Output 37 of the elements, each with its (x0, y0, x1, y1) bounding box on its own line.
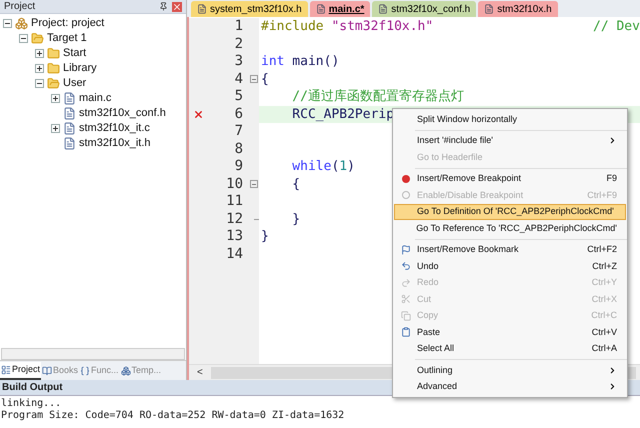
code-line: #include "stm32f10x.h" (260, 18, 434, 36)
code-line: } (291, 210, 300, 228)
line-number: 14 (226, 244, 243, 264)
output-line: linking... (1, 398, 62, 410)
shortcut-label: Ctrl+F9 (587, 188, 617, 202)
code-line: //通过库函数配置寄存器点灯 (291, 88, 464, 106)
code-line: while(1) (291, 158, 355, 176)
line-number: 2 (234, 34, 243, 54)
line-number: 1 (234, 17, 243, 36)
shortcut-label: Ctrl+V (592, 326, 617, 338)
line-number: 12 (226, 210, 243, 229)
code-line: { (291, 176, 300, 194)
line-number: 8 (234, 140, 243, 159)
line-number: 6 (234, 104, 243, 124)
panel-title: Build Output (2, 381, 63, 395)
line-number: 13 (226, 227, 243, 246)
line-number: 3 (234, 52, 243, 72)
shortcut-label: Ctrl+F2 (587, 243, 617, 256)
code-comment: // Dev (593, 18, 640, 36)
shortcut-label: Ctrl+A (592, 342, 617, 355)
code-line: RCC_APB2Perip (291, 106, 394, 124)
shortcut-label: F9 (606, 172, 617, 185)
code-line: { (260, 70, 269, 88)
shortcut-label: Ctrl+Y (592, 276, 617, 289)
line-number: 7 (234, 122, 243, 142)
panel-title: Project (4, 0, 36, 14)
shortcut-label: Ctrl+Z (592, 260, 617, 272)
shortcut-label: Ctrl+X (592, 292, 617, 306)
line-number: 11 (226, 192, 243, 212)
output-line: Program Size: Code=704 RO-data=252 RW-data=0 ZI-data=1632 (1, 410, 346, 422)
line-number: 10 (226, 174, 243, 194)
shortcut-label: Ctrl+C (591, 309, 617, 322)
line-number: 9 (234, 157, 243, 176)
line-number: 4 (234, 70, 243, 89)
line-number: 5 (234, 87, 243, 106)
code-line: } (260, 228, 269, 246)
code-line: int main() (260, 53, 340, 71)
